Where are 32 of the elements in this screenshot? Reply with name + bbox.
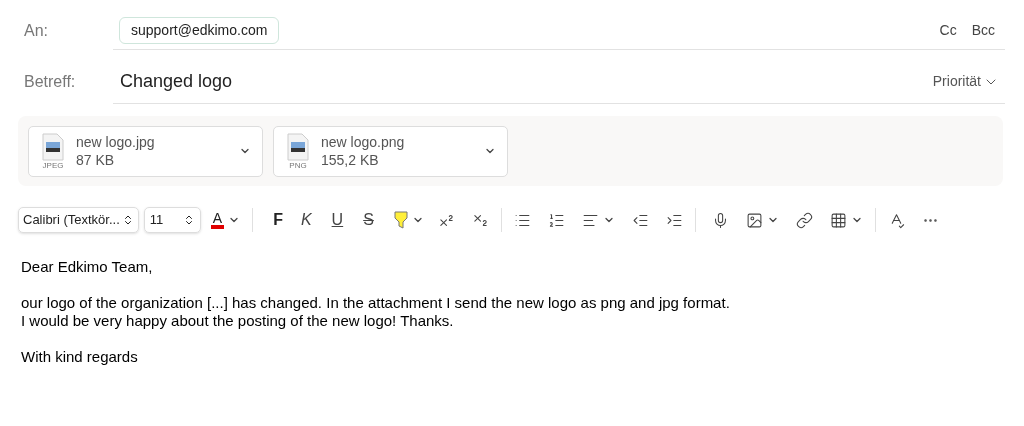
font-color-button[interactable]: A	[210, 211, 225, 229]
highlighter-icon[interactable]	[393, 211, 408, 229]
subject-label: Betreff:	[23, 72, 77, 92]
subject-field[interactable]: Changed logo	[120, 68, 233, 95]
image-file-icon	[42, 132, 64, 161]
body-paragraph: Dear Edkimo Team,	[21, 258, 154, 276]
strikethrough-button[interactable]: S	[363, 208, 374, 232]
image-file-icon	[287, 132, 309, 161]
table-icon[interactable]	[829, 211, 847, 229]
underline-button[interactable]: U	[331, 208, 344, 232]
italic-button[interactable]: K	[300, 208, 312, 232]
font-select[interactable]: Calibri (Textkör...	[18, 207, 139, 233]
link-icon[interactable]	[795, 211, 813, 229]
image-icon[interactable]	[745, 211, 763, 229]
file-size: 155,2 KB	[321, 151, 380, 169]
file-name: new logo.jpg	[76, 133, 156, 151]
numbered-list-icon[interactable]	[547, 211, 565, 229]
file-size: 87 KB	[76, 151, 116, 169]
bcc-button[interactable]: Bcc	[971, 20, 995, 41]
file-type: JPEG	[42, 160, 64, 170]
body-paragraph: our logo of the organization [...] has changed. In the attachment I send the new logo as png and jpg format. I would be very happy about the posting of the new logo! Thanks.	[21, 294, 731, 330]
file-name: new logo.png	[321, 133, 406, 151]
recipient-chip[interactable]: support@edkimo.com	[119, 17, 280, 44]
to-label: An:	[23, 21, 49, 41]
attachment-card[interactable]: JPEG new logo.jpg 87 KB	[28, 125, 263, 177]
file-type: PNG	[289, 160, 307, 170]
cc-button[interactable]: Cc	[939, 20, 957, 41]
bold-button[interactable]: F	[273, 208, 283, 232]
attachment-card[interactable]: PNG new logo.png 155,2 KB	[273, 125, 508, 177]
body-paragraph: With kind regards	[21, 348, 139, 366]
size-select[interactable]: 11	[143, 207, 201, 233]
priority-dropdown[interactable]: Priorität	[932, 71, 999, 92]
